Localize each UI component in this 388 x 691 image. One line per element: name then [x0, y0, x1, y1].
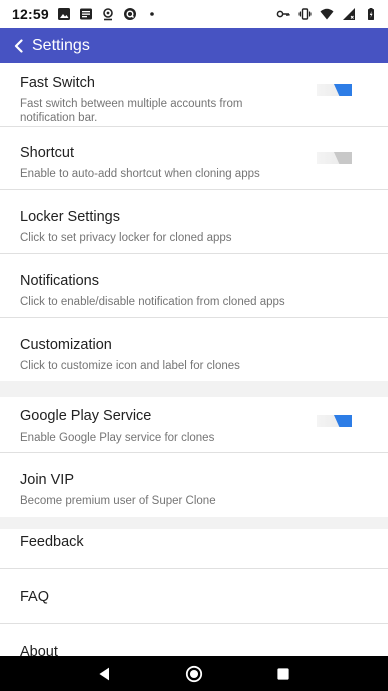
setting-title: Feedback	[20, 534, 84, 550]
setting-subtitle: Click to enable/disable notification fro…	[20, 296, 285, 308]
section-gap	[0, 517, 388, 529]
setting-locker-settings[interactable]: Locker Settings Click to set privacy loc…	[0, 190, 388, 254]
vibrate-icon	[298, 7, 312, 21]
notification-icons	[57, 7, 159, 21]
google-play-service-toggle[interactable]	[317, 415, 352, 427]
setting-title: Shortcut	[20, 145, 74, 161]
setting-title: Fast Switch	[20, 75, 95, 91]
section-gap	[0, 381, 388, 397]
settings-list: Fast Switch Fast switch between multiple…	[0, 63, 388, 656]
setting-title: Notifications	[20, 273, 99, 289]
back-triangle-icon[interactable]	[95, 664, 115, 684]
news-icon	[79, 7, 93, 21]
setting-subtitle: Click to set privacy locker for cloned a…	[20, 232, 232, 244]
status-time: 12:59	[12, 6, 49, 22]
dot-icon	[145, 7, 159, 21]
setting-subtitle: Fast switch between multiple accounts fr…	[20, 98, 243, 124]
home-circle-icon[interactable]	[184, 664, 204, 684]
setting-customization[interactable]: Customization Click to customize icon an…	[0, 318, 388, 381]
setting-subtitle: Enable to auto-add shortcut when cloning…	[20, 168, 260, 180]
app-bar: Settings	[0, 28, 388, 63]
image-icon	[57, 7, 71, 21]
setting-faq[interactable]: FAQ	[0, 569, 388, 624]
setting-title: FAQ	[20, 589, 50, 605]
setting-about[interactable]: About	[0, 624, 388, 656]
navigation-bar	[0, 656, 388, 691]
setting-google-play-service[interactable]: Google Play Service Enable Google Play s…	[0, 397, 388, 453]
fast-switch-toggle[interactable]	[317, 84, 352, 96]
setting-title: About	[20, 644, 58, 656]
setting-fast-switch[interactable]: Fast Switch Fast switch between multiple…	[0, 63, 388, 127]
setting-notifications[interactable]: Notifications Click to enable/disable no…	[0, 254, 388, 318]
status-bar: 12:59	[0, 0, 388, 28]
signal-icon	[342, 7, 356, 21]
back-arrow-icon[interactable]	[10, 37, 28, 55]
setting-title: Customization	[20, 337, 112, 353]
recents-square-icon[interactable]	[273, 664, 293, 684]
wifi-icon	[320, 7, 334, 21]
page-title: Settings	[32, 36, 90, 54]
key-icon	[276, 7, 290, 21]
q-app-icon	[123, 7, 137, 21]
setting-shortcut[interactable]: Shortcut Enable to auto-add shortcut whe…	[0, 127, 388, 190]
shortcut-toggle[interactable]	[317, 152, 352, 164]
battery-icon	[364, 7, 378, 21]
setting-title: Join VIP	[20, 472, 74, 488]
setting-subtitle: Click to customize icon and label for cl…	[20, 360, 240, 372]
setting-join-vip[interactable]: Join VIP Become premium user of Super Cl…	[0, 453, 388, 517]
location-icon	[101, 7, 115, 21]
setting-title: Google Play Service	[20, 408, 152, 424]
setting-subtitle: Become premium user of Super Clone	[20, 495, 216, 507]
setting-subtitle: Enable Google Play service for clones	[20, 432, 215, 444]
system-icons	[276, 7, 378, 21]
status-left: 12:59	[12, 6, 159, 22]
setting-feedback[interactable]: Feedback	[0, 529, 388, 569]
setting-title: Locker Settings	[20, 209, 120, 225]
